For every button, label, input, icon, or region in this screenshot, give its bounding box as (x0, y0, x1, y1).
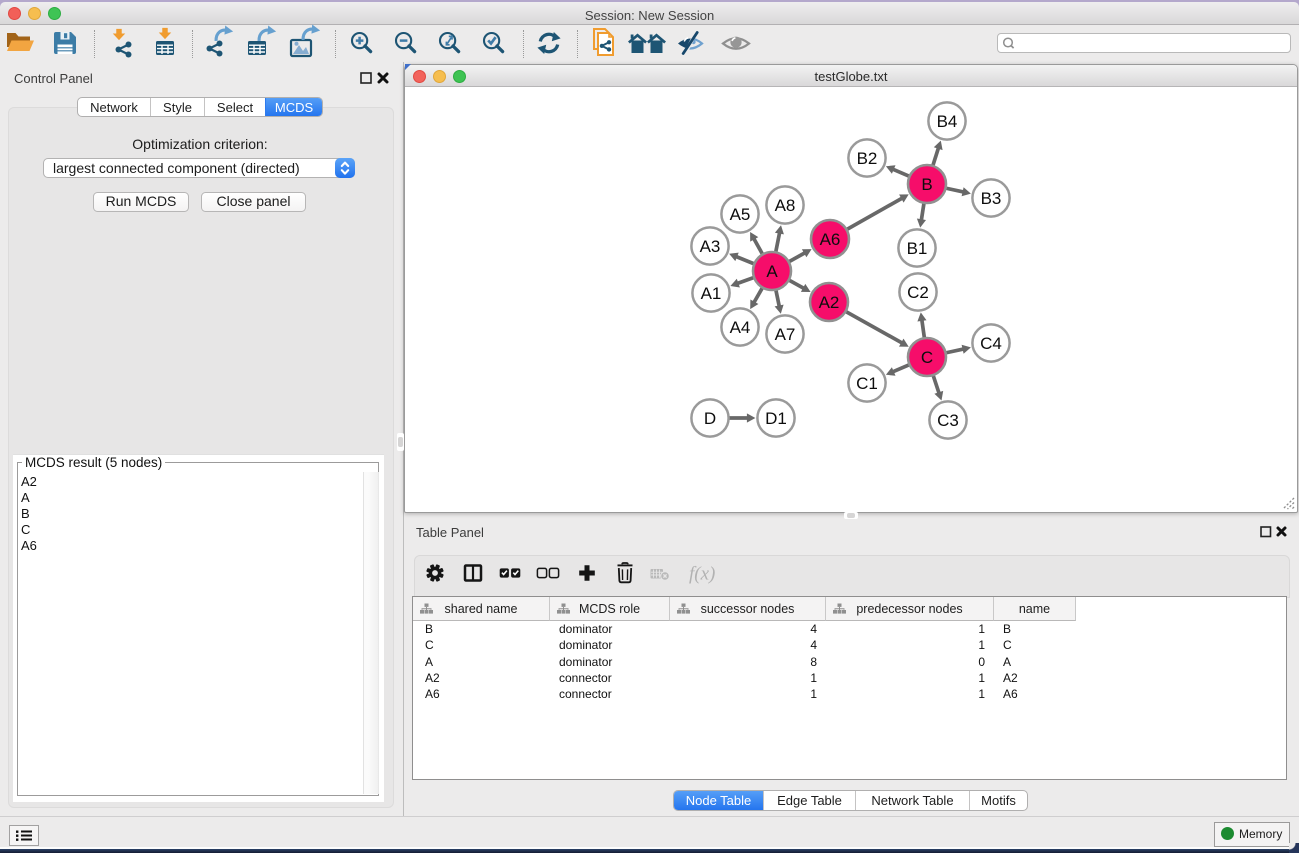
svg-text:A6: A6 (820, 230, 841, 249)
svg-text:A8: A8 (775, 196, 796, 215)
svg-text:B3: B3 (981, 189, 1002, 208)
svg-text:C: C (921, 348, 933, 367)
svg-text:A5: A5 (730, 205, 751, 224)
svg-text:D: D (704, 409, 716, 428)
svg-text:C2: C2 (907, 283, 929, 302)
svg-text:B4: B4 (937, 112, 958, 131)
svg-text:C1: C1 (856, 374, 878, 393)
svg-text:C4: C4 (980, 334, 1002, 353)
svg-text:C3: C3 (937, 411, 959, 430)
svg-text:A4: A4 (730, 318, 751, 337)
svg-text:A3: A3 (700, 237, 721, 256)
svg-text:A1: A1 (701, 284, 722, 303)
svg-text:A2: A2 (819, 293, 840, 312)
svg-text:A7: A7 (775, 325, 796, 344)
svg-text:f(x): f(x) (689, 564, 715, 585)
svg-text:B1: B1 (907, 239, 928, 258)
svg-text:B: B (921, 175, 932, 194)
svg-text:D1: D1 (765, 409, 787, 428)
svg-text:B2: B2 (857, 149, 878, 168)
svg-text:A: A (766, 262, 778, 281)
